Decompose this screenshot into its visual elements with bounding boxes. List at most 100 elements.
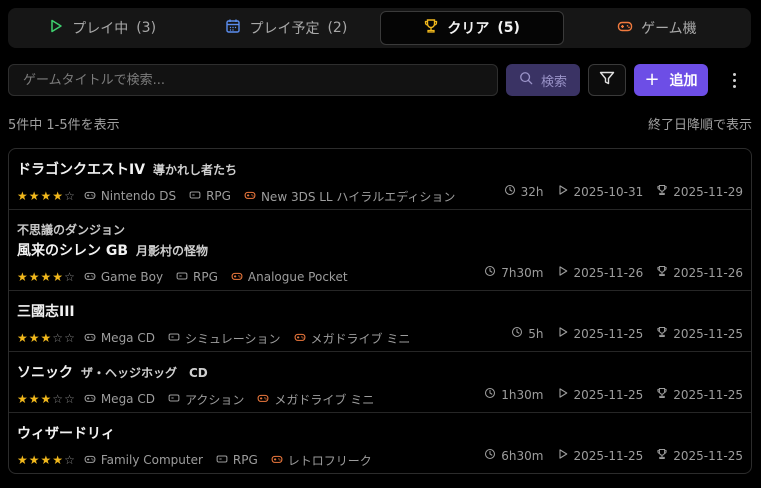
clear-date-label: 2025-11-29: [673, 184, 743, 199]
trophy-icon: [423, 18, 439, 38]
platform-chip: Nintendo DS: [84, 189, 176, 204]
add-button[interactable]: + 追加: [634, 64, 708, 96]
clock-icon: [484, 265, 496, 280]
game-title: ウィザードリィ: [17, 426, 115, 442]
search-input[interactable]: [8, 64, 498, 96]
star-filled-icon: ★: [40, 270, 52, 284]
start-date-label: 2025-11-25: [573, 448, 644, 463]
genre-label: RPG: [206, 189, 231, 203]
clock-icon: [484, 387, 496, 402]
playtime-chip: 6h30m: [484, 448, 544, 463]
star-empty-icon: ☆: [64, 392, 75, 406]
device-chip: New 3DS LL ハイラルエディション: [244, 188, 455, 205]
play-stats: 6h30m 2025-11-25 2025-11-25: [471, 448, 743, 463]
play-icon: [557, 265, 569, 280]
clear-date-chip: 2025-11-29: [656, 184, 743, 199]
device-gamepad-icon: [231, 270, 243, 285]
star-filled-icon: ★: [40, 189, 52, 203]
tab-label: プレイ中: [72, 21, 129, 37]
search-button[interactable]: 検索: [506, 64, 580, 96]
trophy-icon: [656, 265, 668, 280]
play-icon: [557, 387, 569, 402]
play-stats: 32h 2025-10-31 2025-11-29: [491, 184, 743, 199]
calendar-icon: [225, 18, 241, 38]
play-stats: 1h30m 2025-11-25 2025-11-25: [471, 387, 743, 402]
platform-chip: Mega CD: [84, 331, 155, 346]
genre-chip: RPG: [176, 270, 218, 285]
gamepad-icon: [84, 270, 96, 285]
game-title: ソニック: [17, 365, 73, 381]
tab-label: プレイ予定: [249, 21, 320, 37]
platform-chip: Family Computer: [84, 453, 203, 468]
platform-label: Nintendo DS: [100, 189, 177, 203]
list-item[interactable]: ドラゴンクエストIV 導かれし者たち ★ ★ ★ ★ ☆ Nintendo DS RPG…: [9, 149, 751, 210]
status-tabs: プレイ中 (3) プレイ予定 (2) クリア (5) ゲーム機: [8, 8, 751, 48]
series-label: 不思議のダンジョン: [17, 223, 126, 237]
star-filled-icon: ★: [28, 189, 40, 203]
star-filled-icon: ★: [17, 453, 28, 467]
plus-icon: +: [644, 69, 660, 90]
star-empty-icon: ☆: [64, 331, 75, 345]
filter-icon: [599, 70, 615, 90]
star-filled-icon: ★: [40, 392, 52, 406]
tab-consoles[interactable]: ゲーム機: [566, 11, 748, 45]
play-icon: [48, 18, 64, 38]
genre-chip: シミュレーション: [168, 330, 281, 347]
clear-date-label: 2025-11-25: [673, 387, 743, 402]
game-list: ドラゴンクエストIV 導かれし者たち ★ ★ ★ ★ ☆ Nintendo DS RPG…: [8, 148, 752, 474]
list-item[interactable]: ソニック ザ・ヘッジホッグ CD ★ ★ ★ ☆ ☆ Mega CD アクション メガド…: [9, 352, 751, 413]
star-filled-icon: ★: [28, 453, 40, 467]
more-menu-button[interactable]: [722, 64, 746, 96]
star-filled-icon: ★: [28, 270, 40, 284]
list-item[interactable]: ウィザードリィ ★ ★ ★ ★ ☆ Family Computer RPG レトロフリー…: [9, 413, 751, 473]
clear-date-chip: 2025-11-26: [656, 265, 743, 280]
star-filled-icon: ★: [17, 331, 28, 345]
clear-date-chip: 2025-11-25: [656, 448, 743, 463]
playtime-label: 32h: [520, 184, 544, 199]
star-filled-icon: ★: [40, 331, 52, 345]
tab-count: (5): [497, 20, 520, 36]
platform-chip: Mega CD: [84, 392, 155, 407]
star-filled-icon: ★: [17, 270, 28, 284]
playtime-label: 6h30m: [501, 448, 544, 463]
platform-label: Family Computer: [100, 453, 203, 467]
gamepad-icon: [84, 331, 96, 346]
tab-playing[interactable]: プレイ中 (3): [11, 11, 193, 45]
playtime-label: 1h30m: [501, 387, 544, 402]
add-button-label: 追加: [669, 73, 698, 89]
star-empty-icon: ☆: [52, 331, 64, 345]
genre-chip: アクション: [168, 391, 244, 408]
list-item[interactable]: 三國志III ★ ★ ★ ☆ ☆ Mega CD シミュレーション メガドライブ ミニ …: [9, 291, 751, 352]
sort-order[interactable]: 終了日降順で表示: [648, 114, 752, 133]
clock-icon: [511, 326, 523, 341]
platform-label: Mega CD: [100, 392, 155, 406]
tag-icon: [168, 331, 180, 346]
tab-planned[interactable]: プレイ予定 (2): [195, 11, 377, 45]
rating-stars: ★ ★ ★ ★ ☆: [17, 454, 75, 466]
play-icon: [557, 448, 569, 463]
game-subtitle: ザ・ヘッジホッグ CD: [81, 366, 208, 380]
tag-icon: [216, 453, 228, 468]
clear-date-label: 2025-11-26: [673, 265, 743, 280]
gamepad-icon: [84, 392, 96, 407]
play-icon: [557, 184, 569, 199]
playtime-chip: 5h: [511, 326, 544, 341]
start-date-label: 2025-11-25: [573, 326, 644, 341]
platform-label: Game Boy: [100, 270, 164, 284]
search-button-label: 検索: [540, 74, 567, 90]
filter-button[interactable]: [588, 64, 626, 96]
tab-cleared[interactable]: クリア (5): [379, 11, 564, 45]
trophy-icon: [656, 184, 668, 199]
list-item[interactable]: 不思議のダンジョン 風来のシレン GB 月影村の怪物 ★ ★ ★ ★ ☆ Game Bo…: [9, 210, 751, 291]
game-subtitle: 月影村の怪物: [136, 244, 209, 258]
device-gamepad-icon: [244, 189, 256, 204]
tag-icon: [176, 270, 188, 285]
star-filled-icon: ★: [28, 331, 40, 345]
result-count: 5件中 1-5件を表示: [8, 118, 120, 133]
clear-date-label: 2025-11-25: [673, 326, 743, 341]
title-row: 風来のシレン GB 月影村の怪物: [17, 238, 743, 260]
game-title: 風来のシレン GB: [17, 243, 129, 259]
start-date-chip: 2025-10-31: [557, 184, 643, 199]
start-date-chip: 2025-11-25: [557, 387, 643, 402]
game-title: 三國志III: [17, 304, 75, 320]
